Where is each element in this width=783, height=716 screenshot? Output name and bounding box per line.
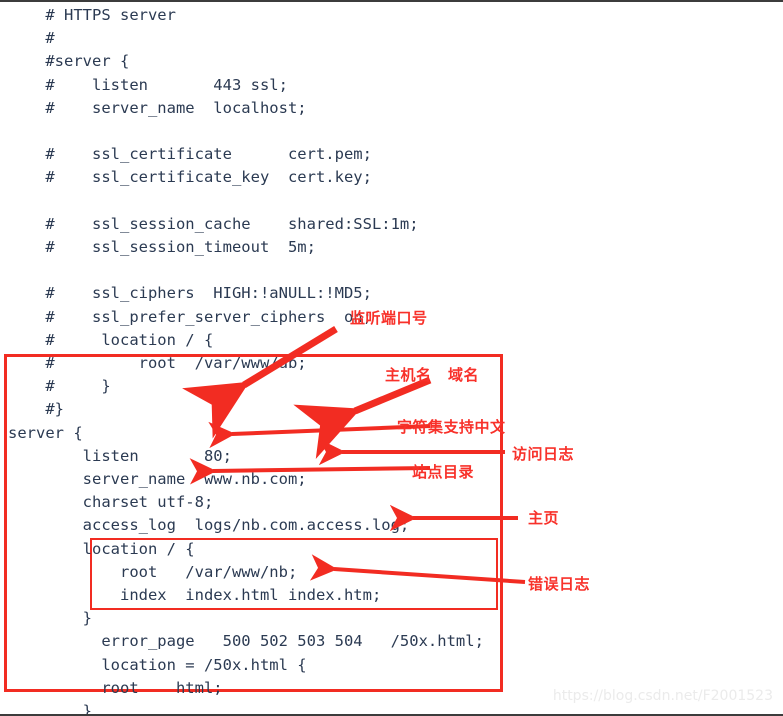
annotation-home-page: 主页 [528, 509, 560, 527]
annotation-listen-port: 监听端口号 [350, 309, 428, 327]
code-line: # listen 443 ssl; [8, 75, 288, 94]
code-line: # HTTPS server [8, 6, 176, 24]
code-line: # server_name localhost; [8, 98, 307, 117]
code-line: # ssl_ciphers HIGH:!aNULL:!MD5; [8, 284, 372, 303]
code-line: listen 80; [8, 446, 232, 465]
code-line: # ssl_session_timeout 5m; [8, 238, 316, 257]
config-code-block: # HTTPS server # #server { # listen 443 … [0, 2, 783, 714]
code-line: error_page 500 502 503 504 /50x.html; [8, 632, 484, 651]
code-line: server { [8, 423, 83, 442]
code-line: # ssl_certificate_key cert.key; [8, 168, 372, 187]
annotation-host-name: 主机名 [385, 366, 432, 384]
annotation-access-log: 访问日志 [512, 445, 575, 463]
code-line: # location / { [8, 330, 214, 349]
annotation-domain-name: 域名 [448, 366, 480, 384]
code-line: root /var/www/nb; [8, 562, 298, 581]
nginx-config-screenshot: # HTTPS server # #server { # listen 443 … [0, 0, 783, 716]
code-line: charset utf-8; [8, 493, 214, 512]
code-line: # ssl_session_cache shared:SSL:1m; [8, 214, 419, 233]
code-line: server_name www.nb.com; [8, 470, 307, 489]
code-line: # ssl_certificate cert.pem; [8, 145, 372, 164]
code-line: index index.html index.htm; [8, 586, 382, 605]
code-line: location = /50x.html { [8, 655, 307, 674]
code-line: access_log logs/nb.com.access.log; [8, 516, 410, 535]
code-line: } [8, 609, 92, 628]
annotation-charset-chinese: 字符集支持中文 [397, 418, 506, 436]
code-line: # [8, 29, 55, 48]
annotation-error-log: 错误日志 [528, 575, 591, 593]
code-line: location / { [8, 539, 195, 558]
code-line: #} [8, 400, 64, 419]
annotation-site-directory: 站点目录 [412, 463, 475, 481]
code-line: #server { [8, 52, 130, 71]
csdn-watermark: https://blog.csdn.net/F2001523 [552, 688, 773, 704]
